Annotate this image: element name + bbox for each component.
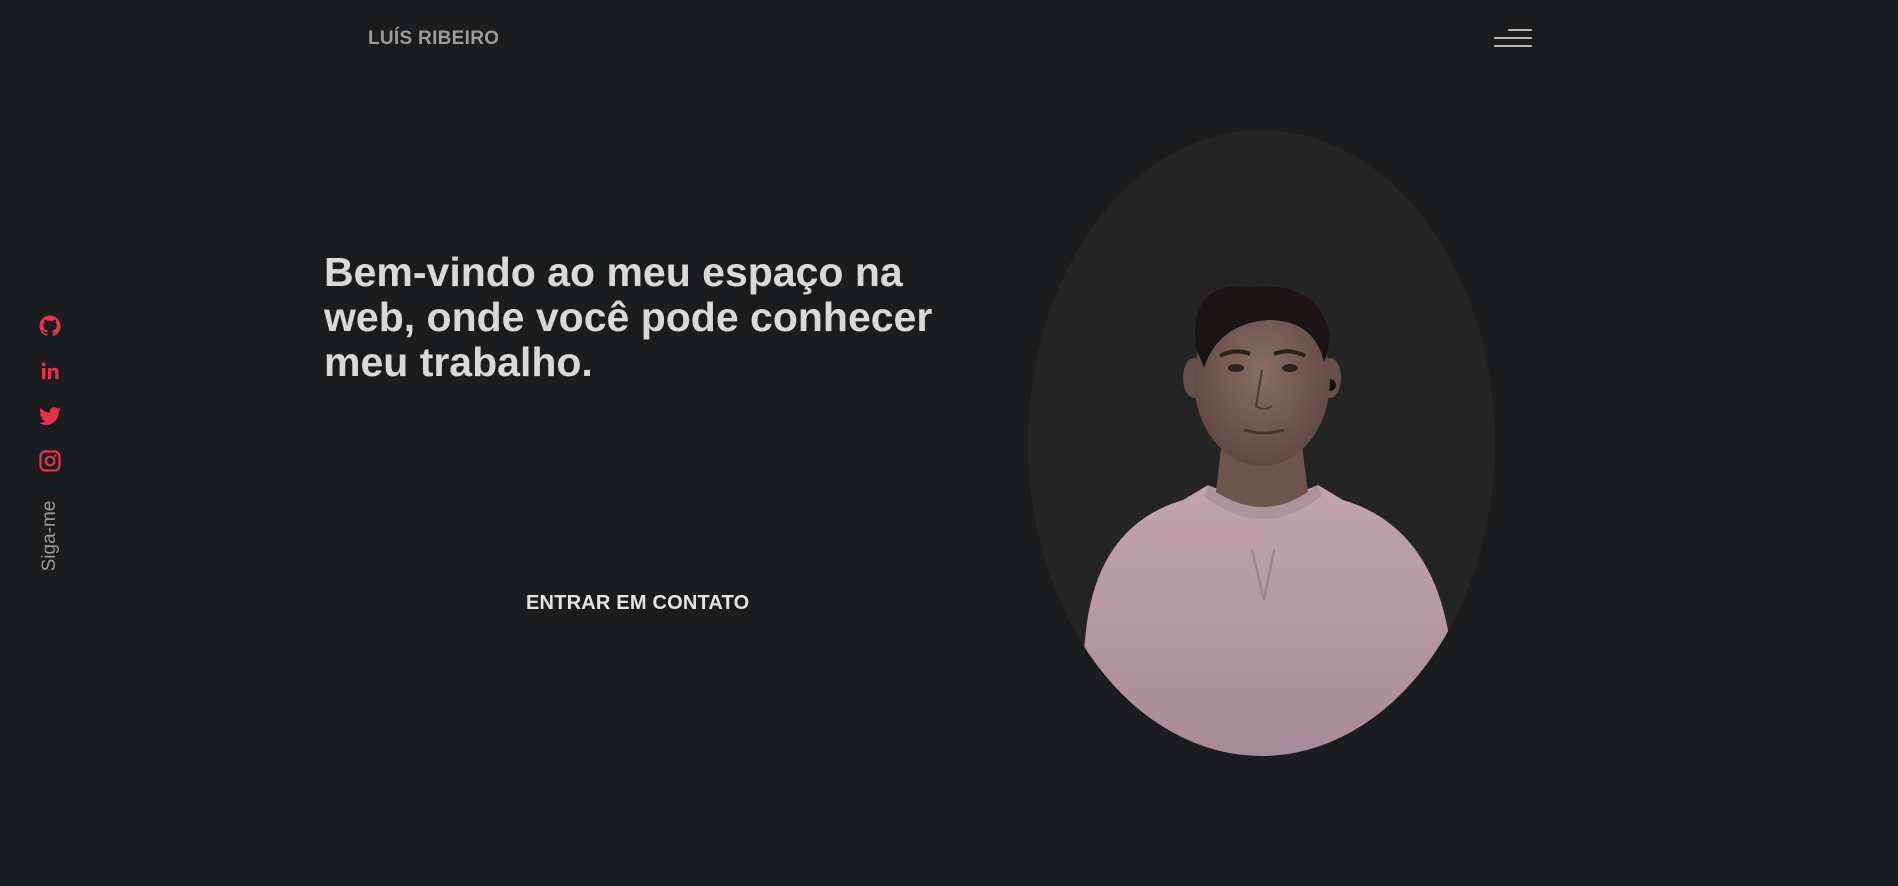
site-logo[interactable]: LUÍS RIBEIRO: [368, 28, 499, 50]
hamburger-menu-icon[interactable]: [1492, 28, 1532, 52]
menu-line: [1508, 29, 1532, 31]
linkedin-icon: [41, 362, 59, 379]
instagram-link[interactable]: [36, 449, 64, 477]
twitter-icon: [39, 407, 61, 425]
profile-photo: [1028, 130, 1495, 756]
contact-button[interactable]: ENTRAR EM CONTATO: [526, 592, 749, 615]
hero-title: Bem-vindo ao meu espaço na web, onde voc…: [324, 249, 933, 385]
social-links: [36, 314, 64, 494]
linkedin-link[interactable]: [36, 359, 64, 387]
menu-line: [1494, 37, 1532, 39]
page: LUÍS RIBEIRO Siga-me Bem-vindo ao meu es…: [0, 0, 1898, 886]
menu-line: [1494, 45, 1532, 47]
portrait-illustration: [1073, 286, 1468, 756]
instagram-icon: [39, 450, 61, 472]
twitter-link[interactable]: [36, 404, 64, 432]
follow-label: Siga-me: [39, 500, 60, 572]
github-icon: [39, 315, 61, 337]
github-link[interactable]: [36, 314, 64, 342]
